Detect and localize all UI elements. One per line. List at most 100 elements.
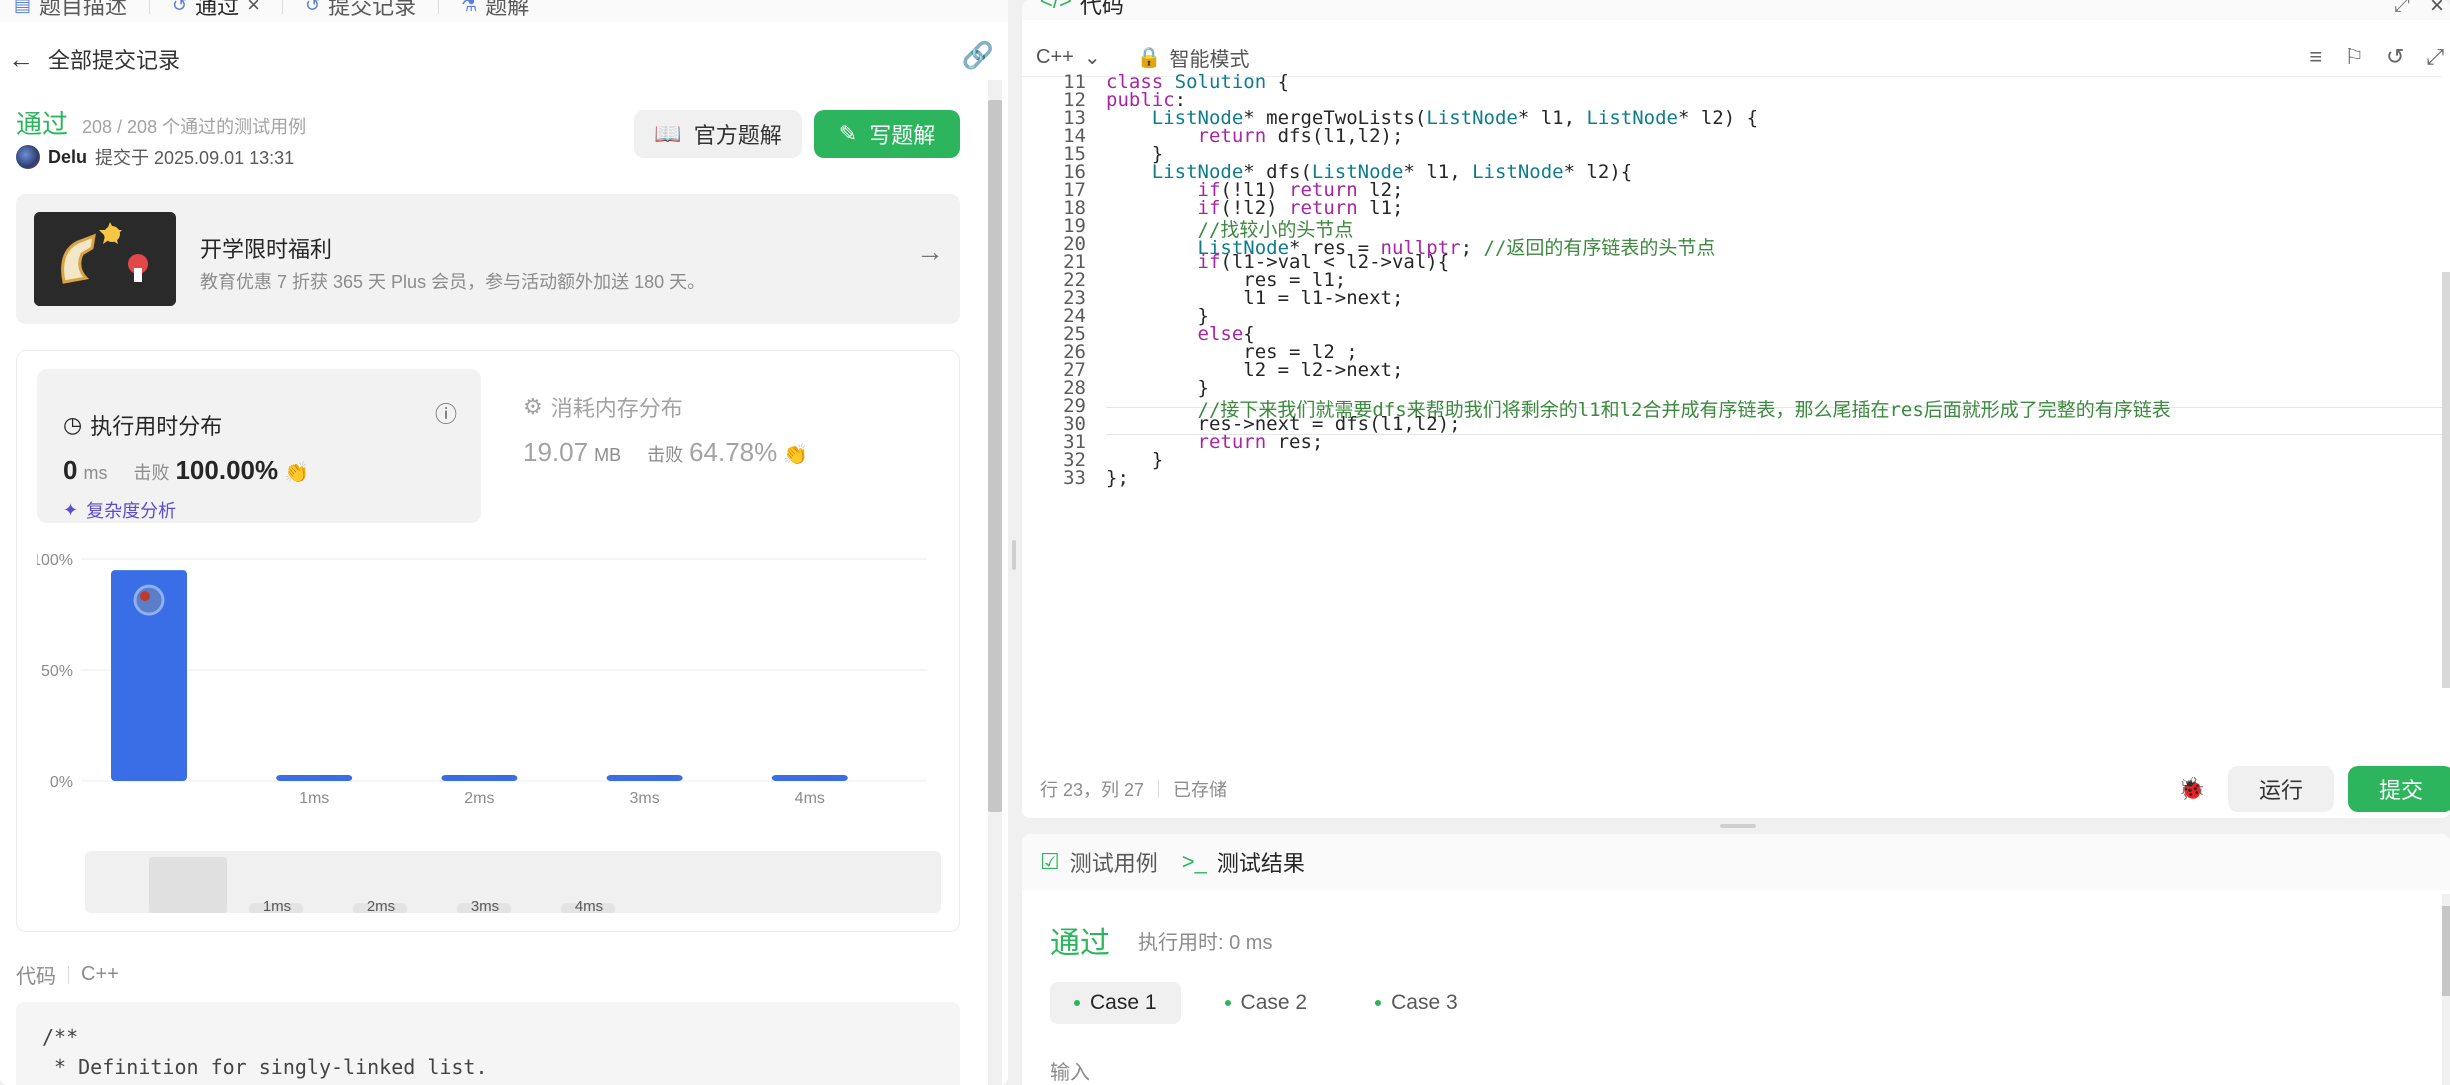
promo-description: 教育优惠 7 折获 365 天 Plus 会员，参与活动额外加送 180 天。 [200,272,706,292]
tab-label: 测试用例 [1069,851,1158,876]
editor-status: 行 23，列 27 已存储 [1040,776,1227,802]
horizontal-resize-handle[interactable] [1720,824,1756,828]
editor-title: </> 代码 [1040,0,1124,20]
promo-banner[interactable]: 开学限时福利 教育优惠 7 折获 365 天 Plus 会员，参与活动额外加送 … [16,194,960,324]
submission-topbar: ← 全部提交记录 🔗 [0,36,1000,82]
divider [68,965,69,984]
reset-icon[interactable]: ↺ [2386,44,2404,70]
runtime-box[interactable]: ◷ 执行用时分布 ⓘ 0 ms 击败 100.00% 👏 ✦ 复杂度分析 [37,369,481,523]
format-icon[interactable]: ≡ [2309,44,2322,70]
case-label: Case 2 [1240,991,1308,1014]
result-status: 通过 [1050,927,1110,960]
case-label: Case 3 [1391,991,1458,1014]
minimap-bar [149,857,227,913]
complexity-analysis-link[interactable]: ✦ 复杂度分析 [63,497,176,523]
official-solution-label: 官方题解 [693,123,782,148]
runtime-value: 0 ms 击败 100.00% 👏 [63,455,309,486]
bar [606,775,683,781]
clap-icon: 👏 [284,462,310,484]
sparkle-icon: ✦ [63,499,79,520]
memory-value: 19.07 MB 击败 64.78% 👏 [523,437,808,468]
y-tick-label: 50% [41,663,73,680]
debug-icon[interactable]: 🐞 [2178,776,2205,802]
editor-scrollbar[interactable] [2442,272,2450,688]
avatar[interactable] [16,145,40,169]
tab-test-result[interactable]: >_ 测试结果 [1182,846,1305,878]
official-solution-button[interactable]: 📖 官方题解 [634,110,802,158]
author-row: Delu 提交于 2025.09.01 13:31 [16,144,294,170]
close-icon[interactable]: × [2430,0,2444,20]
scrollbar-thumb[interactable] [2442,906,2450,996]
case-tab-3[interactable]: Case 3 [1351,982,1482,1024]
case-tab-2[interactable]: Case 2 [1201,982,1332,1024]
lock-icon: 🔒 [1136,46,1162,69]
write-solution-button[interactable]: ✎ 写题解 [814,110,960,158]
x-tick-label: 3ms [629,790,659,807]
language-label: C++ [1036,45,1074,68]
chart-range-selector[interactable]: 1ms 2ms 3ms 4ms [85,851,941,915]
tab-label: 测试结果 [1216,851,1305,876]
chip-icon: ⚙ [523,394,543,419]
code-editor-panel: </> 代码 ⤢ × C++ ⌄ 🔒 智能模式 ≡ ⚐ ↺ ⤢ 11 class… [1022,0,2450,818]
runtime-title-label: 执行用时分布 [90,414,223,439]
tab-submissions[interactable]: ↺ 提交记录 [305,0,416,21]
memory-number: 19.07 [523,437,589,467]
scrollbar[interactable] [988,80,1002,1085]
bar [771,775,848,781]
expand-icon[interactable]: ⤢ [2426,44,2444,70]
code-preview-line: /** [42,1025,79,1049]
smart-mode-label: 智能模式 [1169,48,1250,71]
tab-testcase[interactable]: ☑ 测试用例 [1040,846,1158,878]
bookmark-icon[interactable]: ⚐ [2344,44,2364,70]
info-icon[interactable]: ⓘ [435,397,457,429]
case-tab-1[interactable]: Case 1 [1050,982,1181,1024]
runtime-title: ◷ 执行用时分布 [63,409,222,441]
promo-title: 开学限时福利 [200,237,333,262]
smart-mode-toggle[interactable]: 🔒 智能模式 [1137,43,1250,72]
input-label: 输入 [1050,1062,1090,1084]
minimap-label: 3ms [471,898,499,913]
tab-label: 题目描述 [39,0,128,19]
minimap-label: 2ms [367,898,395,913]
tab-divider [282,0,283,14]
save-status: 已存储 [1173,780,1228,800]
close-icon[interactable]: × [247,0,260,18]
pass-dot [1074,1000,1080,1006]
terminal-icon: >_ [1181,849,1207,874]
chevron-down-icon: ⌄ [1083,46,1101,69]
result-scrollbar[interactable] [2442,894,2450,1085]
runtime-beat-value: 100.00% [175,455,279,485]
code-language: C++ [81,963,119,985]
vertical-resize-handle[interactable] [1012,540,1016,570]
submit-button[interactable]: 提交 [2348,766,2450,812]
code-area[interactable]: 11 class Solution {12 public: 13 ListNode* … [1022,71,2442,726]
history-icon: ↺ [305,0,321,15]
pass-dot [1375,1000,1382,1006]
all-submissions-link[interactable]: 全部提交记录 [48,43,180,75]
run-button[interactable]: 运行 [2228,766,2334,812]
checkbox-icon: ☑ [1040,849,1060,874]
tab-label: 通过 [195,0,240,19]
write-solution-label: 写题解 [869,123,936,148]
back-arrow-icon[interactable]: ← [8,44,34,75]
memory-title[interactable]: ⚙ 消耗内存分布 [523,391,683,423]
language-selector[interactable]: C++ ⌄ [1036,45,1101,70]
link-icon[interactable]: 🔗 [962,40,994,71]
minimap-label: 1ms [263,898,291,913]
performance-card: ◷ 执行用时分布 ⓘ 0 ms 击败 100.00% 👏 ✦ 复杂度分析 ⚙ 消… [16,350,960,932]
scrollbar-thumb[interactable] [988,100,1002,812]
edit-icon: ✎ [838,121,858,146]
memory-title-label: 消耗内存分布 [550,396,683,421]
runtime-distribution-chart: 100% 50% 0% 1ms 2ms 3ms 4ms [37,552,927,807]
runtime-unit: ms [83,463,108,483]
tab-description[interactable]: ▤ 题目描述 [14,0,127,21]
editor-title-label: 代码 [1079,0,1124,18]
tab-label: 提交记录 [328,0,417,19]
submitted-code-preview: /** * Definition for singly-linked list. [16,1002,960,1085]
maximize-icon[interactable]: ⤢ [2394,0,2410,17]
author-name[interactable]: Delu [48,147,87,168]
tab-accepted[interactable]: ↺ 通过 × [172,0,260,21]
code-label-text: 代码 [16,966,56,988]
clap-icon: 👏 [783,444,809,466]
tab-solutions[interactable]: ⚗ 题解 [461,0,529,21]
